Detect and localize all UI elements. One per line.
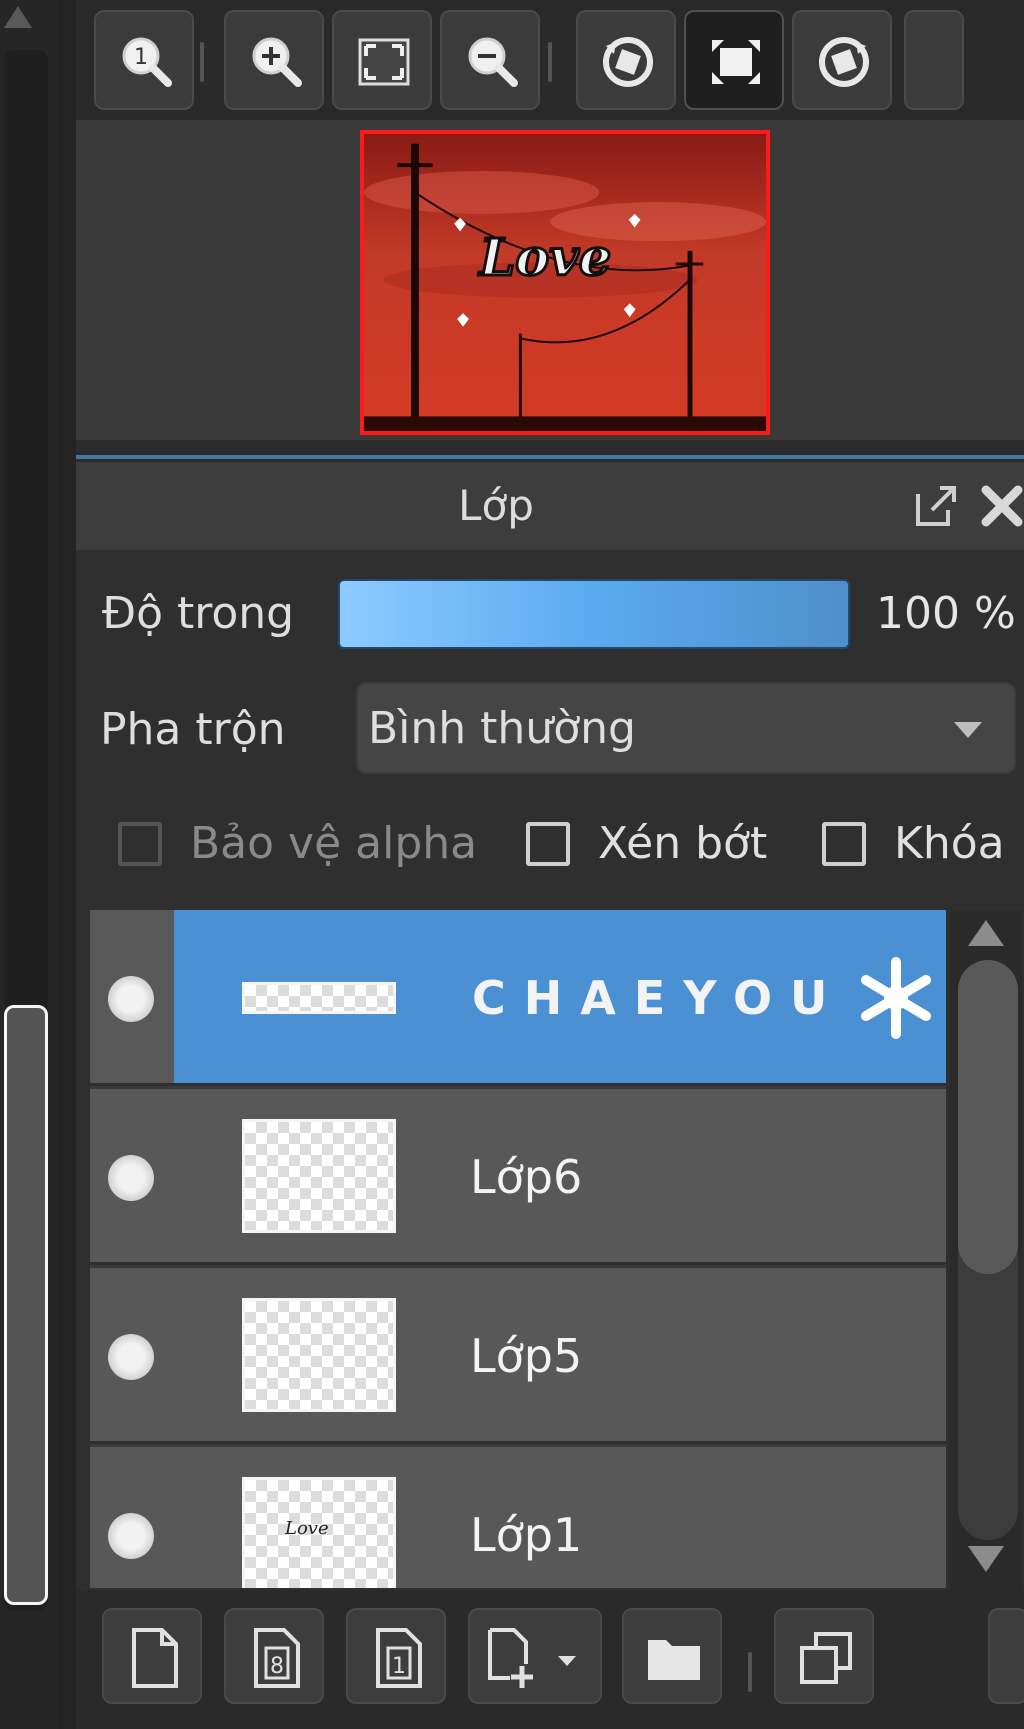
layer-name: Lớp6 [470, 1150, 583, 1204]
svg-text:1: 1 [392, 1654, 406, 1679]
visibility-toggle-icon[interactable] [108, 976, 154, 1022]
snowflake-icon [861, 957, 931, 1039]
layer-row[interactable]: Lớp6 [90, 1089, 946, 1265]
layer-thumbnail [242, 1119, 396, 1233]
clip-label: Xén bớt [598, 818, 768, 869]
more-actions-button[interactable] [988, 1608, 1024, 1704]
toolbar-separator [548, 42, 552, 82]
pop-out-icon[interactable] [912, 482, 960, 530]
protect-alpha-label: Bảo vệ alpha [190, 818, 478, 869]
layer-list: CHAEYOU Lớp6 Lớp5 Love Lớp1 [90, 910, 946, 1588]
layer-thumbnail [242, 1298, 396, 1412]
add-layer-dropdown-button[interactable] [468, 1608, 602, 1704]
fit-window-icon [358, 38, 410, 86]
preview-love-text: Love [477, 227, 611, 287]
svg-text:8: 8 [270, 1654, 284, 1679]
opacity-slider[interactable] [338, 579, 850, 649]
blend-mode-value: Bình thường [368, 703, 636, 754]
layer-thumbnail: Love [242, 1477, 396, 1588]
1bit-layer-icon: 1 [376, 1628, 422, 1688]
opacity-label: Độ trong [102, 588, 295, 639]
actual-size-button[interactable]: 1 [94, 10, 194, 110]
lock-checkbox[interactable] [822, 822, 866, 866]
scroll-up-icon[interactable] [968, 920, 1004, 946]
new-8bit-layer-button[interactable]: 8 [224, 1608, 324, 1704]
blend-mode-label: Pha trộn [100, 704, 286, 755]
panel-divider [58, 0, 76, 1729]
layer-thumbnail-text: Love [285, 1518, 329, 1539]
new-page-icon [132, 1628, 178, 1688]
fullscreen-button[interactable] [684, 10, 784, 110]
rotate-right-button[interactable] [792, 10, 892, 110]
visibility-cell [90, 1089, 174, 1262]
svg-text:1: 1 [134, 45, 148, 70]
clip-checkbox[interactable] [526, 822, 570, 866]
visibility-toggle-icon[interactable] [108, 1155, 154, 1201]
layer-thumbnail [242, 982, 396, 1014]
protect-alpha-checkbox[interactable] [118, 822, 162, 866]
opacity-value: 100 % [876, 588, 1016, 639]
panel-accent-line [76, 455, 1024, 459]
zoom-in-icon [252, 37, 302, 87]
visibility-cell [90, 910, 174, 1083]
rotate-left-button[interactable] [576, 10, 676, 110]
more-toolbar-button[interactable] [904, 10, 964, 110]
scroll-down-icon[interactable] [968, 1546, 1004, 1572]
8bit-layer-icon: 8 [254, 1628, 300, 1688]
toolbar-separator [200, 42, 204, 82]
zoom-out-button[interactable] [440, 10, 540, 110]
fullscreen-icon [712, 40, 760, 84]
rotate-right-icon [819, 37, 869, 87]
layer-name: CHAEYOU [472, 971, 846, 1025]
lock-label: Khóa [894, 818, 1005, 869]
layer-name: Lớp5 [470, 1329, 583, 1383]
layer-row[interactable]: Lớp5 [90, 1268, 946, 1444]
canvas-preview[interactable]: Love [360, 130, 770, 435]
visibility-cell [90, 1268, 174, 1441]
layer-row[interactable]: CHAEYOU [90, 910, 946, 1086]
dropdown-caret-icon [954, 722, 982, 738]
new-1bit-layer-button[interactable]: 1 [346, 1608, 446, 1704]
navigator-preview-area[interactable]: Love [76, 120, 1024, 440]
layers-panel-header: Lớp [76, 462, 1024, 550]
layer-scroll-thumb[interactable] [958, 960, 1018, 1274]
visibility-toggle-icon[interactable] [108, 1334, 154, 1380]
duplicate-icon [800, 1632, 852, 1684]
visibility-toggle-icon[interactable] [108, 1513, 154, 1559]
zoom-in-button[interactable] [224, 10, 324, 110]
close-icon[interactable] [980, 482, 1024, 530]
new-folder-button[interactable] [622, 1608, 722, 1704]
layer-list-scrollbar[interactable] [950, 910, 1022, 1590]
layer-actions-toolbar: 8 1 [76, 1590, 1024, 1729]
navigator-toolbar: 1 [76, 0, 1024, 120]
scroll-thumb[interactable] [4, 1005, 48, 1605]
left-scrollbar[interactable] [0, 0, 60, 1729]
layer-name: Lớp1 [470, 1508, 583, 1562]
preview-image: Love [364, 134, 766, 431]
layer-row[interactable]: Love Lớp1 [90, 1447, 946, 1588]
zoom-out-icon [468, 37, 518, 87]
duplicate-layer-button[interactable] [774, 1608, 874, 1704]
rotate-left-icon [603, 37, 653, 87]
folder-icon [648, 1640, 700, 1680]
fit-to-window-button[interactable] [332, 10, 432, 110]
zoom-actual-size-icon: 1 [122, 37, 172, 87]
new-layer-button[interactable] [102, 1608, 202, 1704]
add-layer-icon [488, 1628, 576, 1688]
blend-mode-select[interactable]: Bình thường [356, 682, 1016, 774]
visibility-cell [90, 1447, 174, 1588]
scroll-up-arrow-icon[interactable] [4, 6, 32, 28]
panel-title: Lớp [458, 481, 534, 530]
toolbar-separator [748, 1652, 752, 1692]
